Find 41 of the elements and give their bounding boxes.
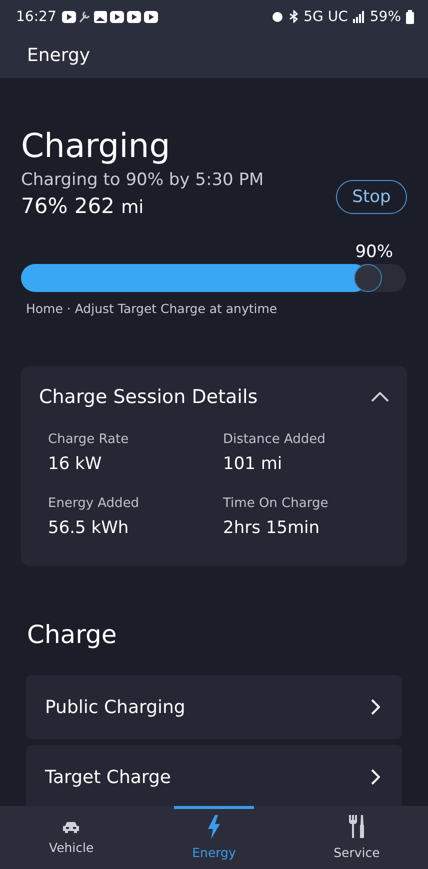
- alarm-icon: [270, 10, 284, 23]
- stat-label: Charge Rate: [48, 432, 130, 447]
- bluetooth-icon: [288, 10, 299, 23]
- card-title: Charge Session Details: [39, 386, 258, 408]
- stat-label: Time On Charge: [223, 496, 330, 511]
- play-icon: [127, 10, 142, 22]
- section-title: Charging: [21, 126, 172, 166]
- chevron-icon: [371, 699, 380, 715]
- section-title: Charge: [27, 620, 118, 649]
- nav-tab[interactable]: Service: [285, 806, 428, 869]
- collapse-icon[interactable]: [371, 392, 389, 402]
- range-reading: 262 mi: [74, 194, 144, 218]
- stat-value: 101 mi: [223, 454, 284, 474]
- stat-value: 2hrs 15min: [223, 518, 321, 538]
- car-icon: [62, 820, 80, 834]
- charging-status: Charging to 90% by 5:30 PM: [21, 170, 264, 190]
- charge-note: Home · Adjust Target Charge at anytime: [26, 301, 278, 316]
- menu-item[interactable]: Target Charge: [26, 745, 402, 809]
- page-title: Energy: [0, 33, 428, 78]
- signal-icon: [352, 10, 365, 22]
- play-icon: [144, 10, 158, 22]
- nav-tab[interactable]: Energy: [142, 806, 286, 869]
- battery-icon: [406, 10, 414, 24]
- stop-button[interactable]: Stop: [336, 180, 407, 214]
- target-label: 90%: [354, 242, 393, 262]
- battery-percent: 76%: [21, 194, 68, 218]
- battery-level: 59%: [370, 8, 401, 24]
- slider-handle[interactable]: [354, 264, 382, 292]
- menu-item[interactable]: Public Charging: [26, 675, 402, 739]
- play-icon: [110, 10, 124, 22]
- chevron-icon: [371, 769, 380, 785]
- image-icon: [94, 10, 108, 22]
- nav-tab[interactable]: Vehicle: [0, 806, 143, 869]
- stat-value: 56.5 kWh: [48, 518, 130, 538]
- lightning-icon: [207, 815, 221, 839]
- stat-value: 16 kW: [48, 454, 103, 474]
- stat-label: Distance Added: [223, 432, 326, 447]
- stat-label: Energy Added: [48, 496, 140, 511]
- network-label: 5G UC: [304, 8, 348, 24]
- status-time: 16:27: [16, 8, 56, 24]
- play-icon: [62, 10, 76, 22]
